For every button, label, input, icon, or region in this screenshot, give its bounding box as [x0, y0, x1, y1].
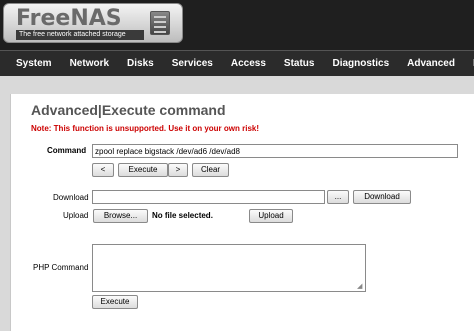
- nav-advanced[interactable]: Advanced: [398, 58, 464, 69]
- logo-tagline: The free network attached storage: [16, 30, 144, 40]
- upload-browse-button[interactable]: Browse...: [93, 209, 148, 223]
- freenas-logo[interactable]: FreeNAS The free network attached storag…: [3, 3, 183, 43]
- main-nav: System Network Disks Services Access Sta…: [0, 50, 474, 76]
- upload-button[interactable]: Upload: [249, 209, 293, 223]
- execute-command-button[interactable]: Execute: [118, 163, 168, 177]
- nav-services[interactable]: Services: [163, 58, 222, 69]
- upload-file-status: No file selected.: [152, 211, 213, 220]
- download-path-input[interactable]: [92, 190, 325, 204]
- nav-help[interactable]: Help: [464, 58, 474, 69]
- upload-label: Upload: [63, 211, 89, 220]
- header: FreeNAS The free network attached storag…: [0, 0, 474, 50]
- nav-diagnostics[interactable]: Diagnostics: [323, 58, 398, 69]
- content-panel: Advanced|Execute command Note: This func…: [10, 94, 474, 331]
- nav-status[interactable]: Status: [275, 58, 324, 69]
- download-button[interactable]: Download: [353, 190, 411, 204]
- nav-access[interactable]: Access: [222, 58, 275, 69]
- php-command-textarea[interactable]: ◢: [92, 244, 366, 292]
- server-icon: [150, 11, 170, 35]
- command-input[interactable]: [92, 144, 458, 158]
- command-label: Command: [47, 146, 87, 155]
- unsupported-warning: Note: This function is unsupported. Use …: [31, 124, 260, 133]
- resize-grip-icon[interactable]: ◢: [357, 283, 364, 290]
- logo-text: FreeNAS: [16, 6, 122, 31]
- nav-network[interactable]: Network: [61, 58, 118, 69]
- page-title: Advanced|Execute command: [31, 102, 226, 118]
- download-browse-button[interactable]: ...: [327, 190, 349, 204]
- next-command-button[interactable]: >: [168, 163, 188, 177]
- download-label: Download: [53, 193, 89, 202]
- nav-system[interactable]: System: [0, 58, 61, 69]
- php-command-label: PHP Command: [33, 263, 89, 272]
- php-execute-button[interactable]: Execute: [92, 295, 138, 309]
- previous-command-button[interactable]: <: [92, 163, 114, 177]
- clear-button[interactable]: Clear: [192, 163, 229, 177]
- nav-disks[interactable]: Disks: [118, 58, 163, 69]
